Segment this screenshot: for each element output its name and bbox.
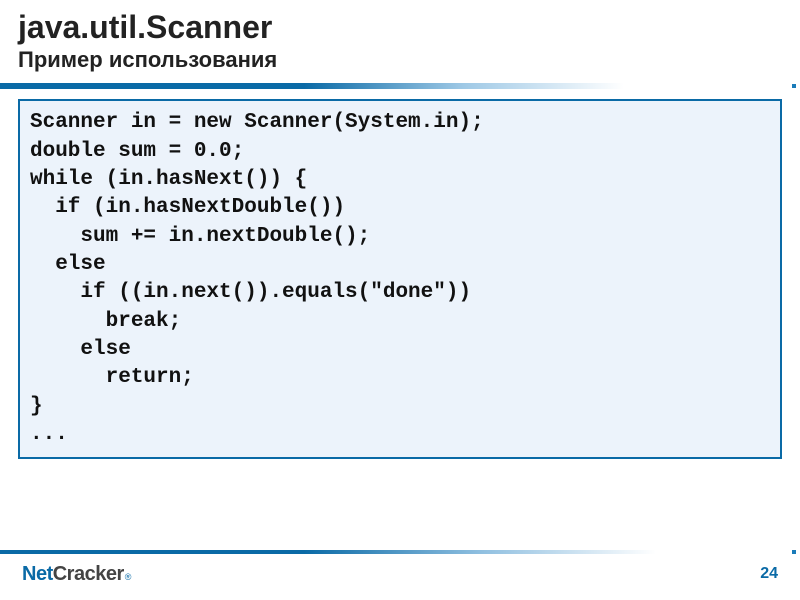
slide: java.util.Scanner Пример использования S… <box>0 0 800 600</box>
logo-part-cracker: Cracker <box>53 563 124 586</box>
slide-title: java.util.Scanner <box>18 10 782 45</box>
page-number: 24 <box>760 565 778 583</box>
code-block: Scanner in = new Scanner(System.in); dou… <box>18 99 782 459</box>
slide-subtitle: Пример использования <box>18 47 782 73</box>
brand-logo: NetCracker® <box>22 563 131 586</box>
slide-footer: NetCracker® 24 <box>0 554 800 600</box>
logo-registered: ® <box>125 572 132 582</box>
logo-part-net: Net <box>22 563 53 586</box>
title-divider <box>18 83 782 89</box>
